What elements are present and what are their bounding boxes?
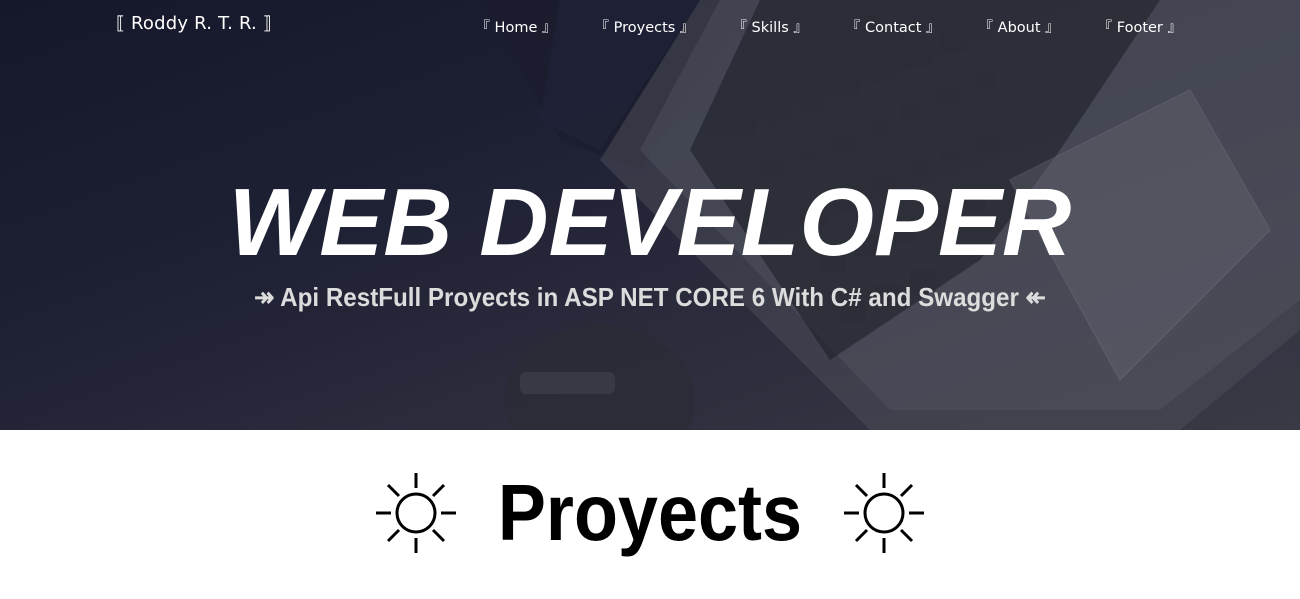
brand-logo-link[interactable]: ⟦ Roddy R. T. R. ⟧ bbox=[116, 13, 272, 34]
main-nav: 『 Home 』 『 Proyects 』 『 Skills 』 『 Conta… bbox=[475, 16, 1182, 37]
proyects-section: Proyects bbox=[0, 430, 1300, 599]
sun-icon bbox=[376, 473, 457, 553]
nav-link-footer[interactable]: 『 Footer 』 bbox=[1098, 16, 1182, 37]
nav-link-proyects[interactable]: 『 Proyects 』 bbox=[595, 16, 695, 37]
nav-link-contact[interactable]: 『 Contact 』 bbox=[846, 16, 941, 37]
proyects-heading: Proyects bbox=[0, 468, 1300, 558]
nav-link-home[interactable]: 『 Home 』 bbox=[475, 16, 556, 37]
proyects-title: Proyects bbox=[497, 468, 803, 557]
sun-icon bbox=[843, 473, 924, 553]
nav-link-about[interactable]: 『 About 』 bbox=[979, 16, 1060, 37]
hero-title: WEB DEVELOPER bbox=[228, 169, 1072, 276]
navbar: ⟦ Roddy R. T. R. ⟧ 『 Home 』 『 Proyects 』… bbox=[0, 0, 1300, 52]
hero-subtitle: ↠ Api RestFull Proyects in ASP NET CORE … bbox=[254, 282, 1046, 312]
nav-link-skills[interactable]: 『 Skills 』 bbox=[732, 16, 807, 37]
hero-section: ⟦ Roddy R. T. R. ⟧ 『 Home 』 『 Proyects 』… bbox=[0, 0, 1300, 430]
